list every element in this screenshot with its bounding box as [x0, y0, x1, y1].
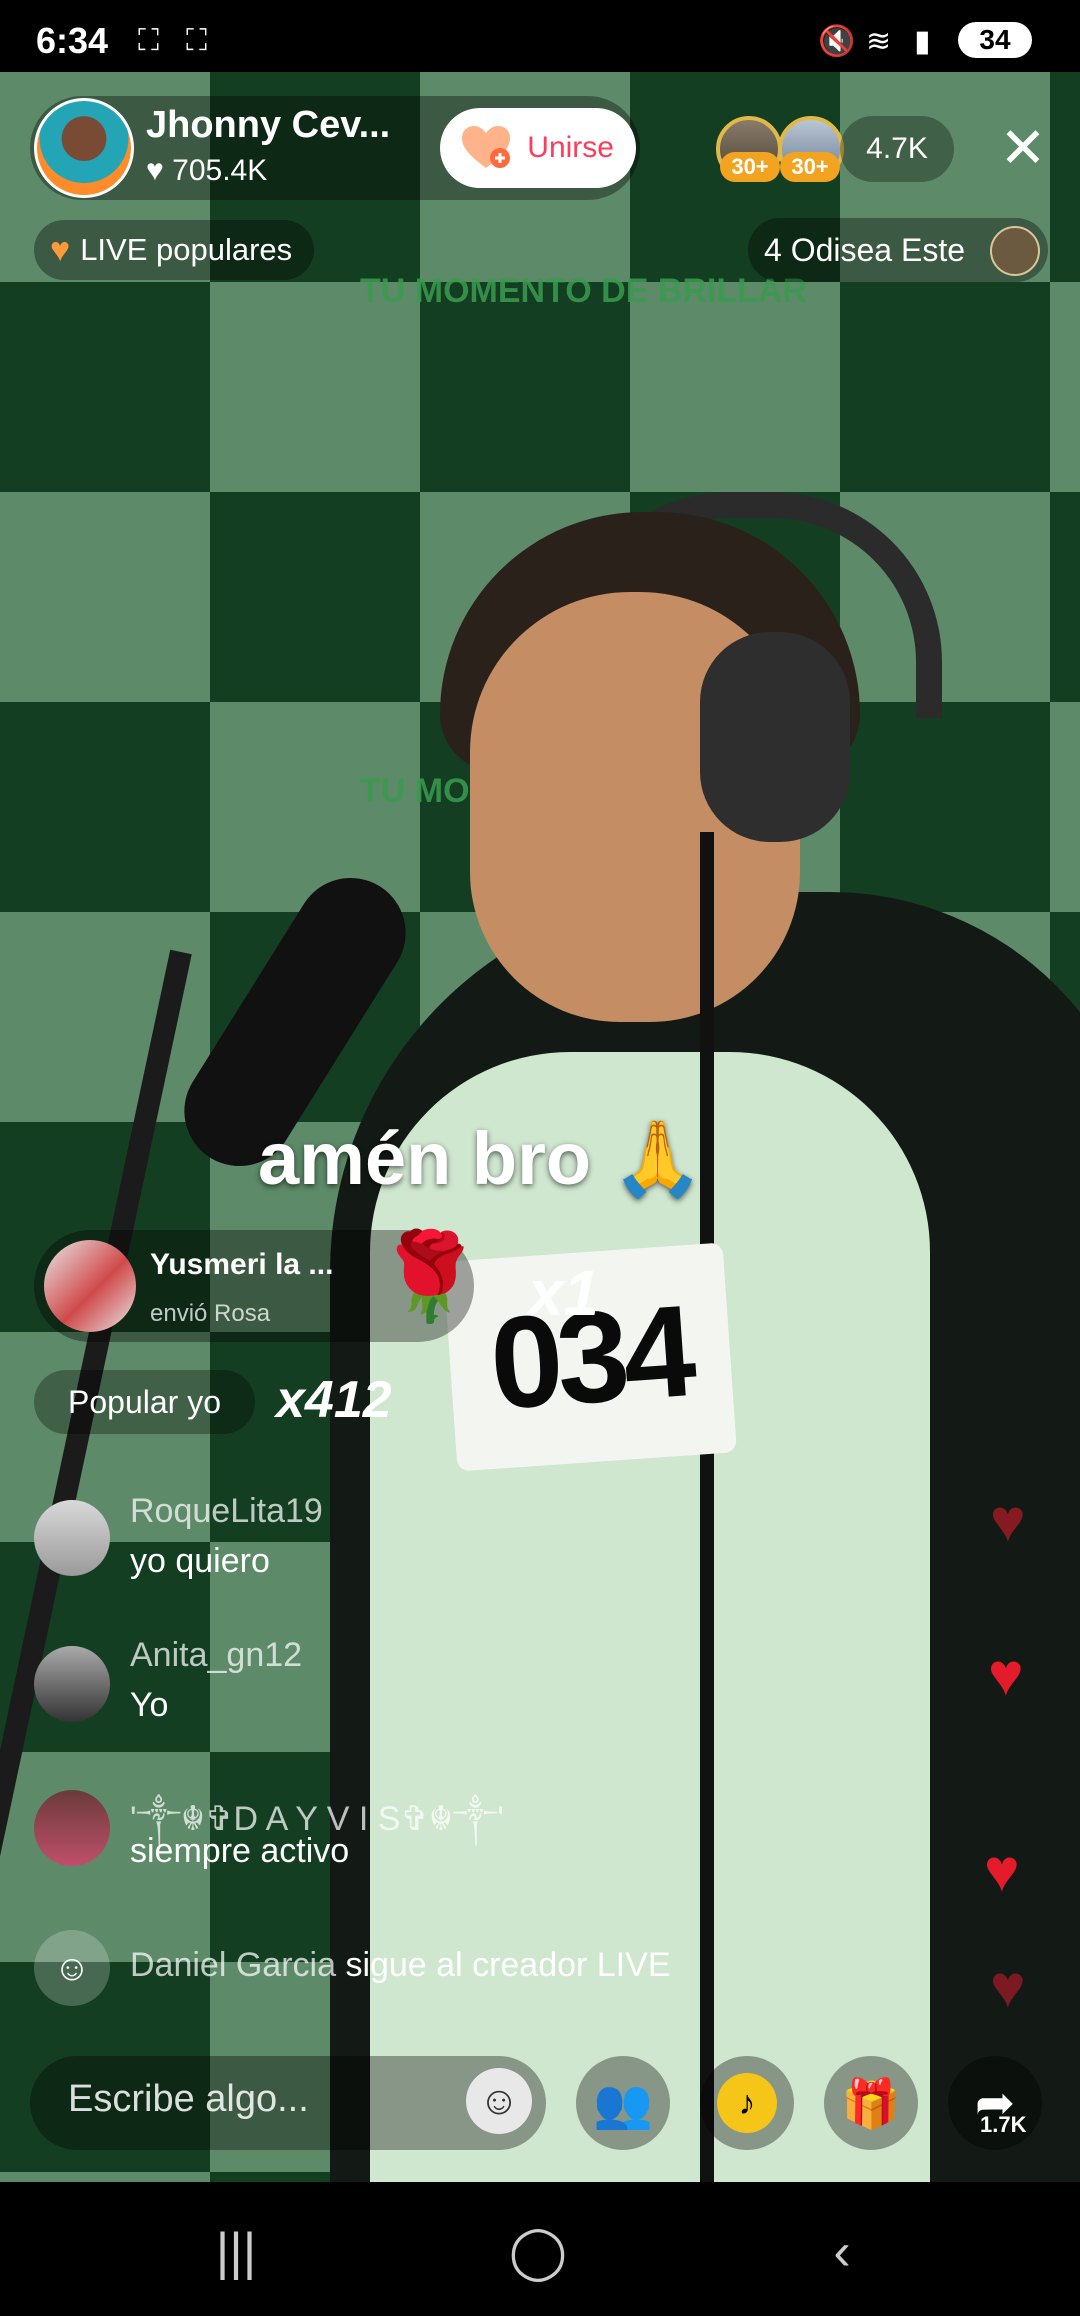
tiktok-promo-icon: ♪	[717, 2073, 777, 2133]
host-likes: ♥ 705.4K	[146, 154, 267, 188]
combo-label: Popular yo	[34, 1370, 255, 1434]
fan-club-heart-icon	[462, 126, 510, 168]
battery-charging-icon: 34	[958, 22, 1032, 58]
system-nav-bar: ||| ◯ ‹	[0, 2182, 1080, 2316]
gift-sender-name[interactable]: Yusmeri la ...	[150, 1248, 333, 1282]
recent-apps-icon[interactable]: |||	[186, 2222, 286, 2282]
guests-icon[interactable]: 👥	[576, 2056, 670, 2150]
wifi-6-icon: ≋	[866, 25, 892, 58]
share-count: 1.7K	[980, 2112, 1027, 2137]
chat-message: siempre activo	[130, 1832, 350, 1870]
chat-avatar[interactable]	[34, 1646, 110, 1722]
follow-user-icon: ☺	[34, 1930, 110, 2006]
host-avatar[interactable]	[34, 98, 134, 198]
combo-count: x412	[276, 1371, 392, 1429]
chat-username[interactable]: RoqueLita19	[130, 1492, 323, 1531]
host-likes-count: 705.4K	[172, 154, 268, 187]
floating-heart-icon: ♥	[988, 1641, 1024, 1708]
highlighted-comment: amén bro 🙏	[258, 1117, 704, 1200]
mute-icon: 🔇	[818, 25, 856, 58]
banner-text: TU MOMENTO DE BRILLAR	[360, 272, 808, 310]
follow-event: Daniel Garcia sigue al creador LIVE	[130, 1946, 671, 1985]
emoji-icon[interactable]: ☺	[466, 2068, 532, 2134]
odisea-badge-icon	[990, 226, 1040, 276]
gift-count: x1	[528, 1257, 600, 1329]
odisea-tag[interactable]: 4 Odisea Este	[748, 218, 1048, 282]
status-bar: 6:34 ⛶ ⛶ 🔇 ≋ ▮ 34	[0, 0, 1080, 72]
viewer-rank-badge: 30+	[720, 152, 780, 182]
gift-icon[interactable]: 🎁	[824, 2056, 918, 2150]
follower-name[interactable]: Daniel Garcia	[130, 1946, 336, 1984]
join-label: Unirse	[527, 131, 614, 164]
battery-level: 34	[979, 24, 1011, 55]
close-icon[interactable]: ✕	[998, 120, 1048, 176]
screenshot-icon: ⛶	[138, 24, 159, 57]
floating-heart-icon: ♥	[990, 1953, 1026, 2020]
gift-description: envió Rosa	[150, 1300, 271, 1327]
popular-label: LIVE populares	[80, 232, 293, 267]
viewer-count[interactable]: 4.7K	[840, 116, 954, 182]
home-icon[interactable]: ◯	[488, 2222, 588, 2282]
headphone-cup	[700, 632, 850, 842]
join-button[interactable]: Unirse	[440, 108, 636, 188]
chat-message: Yo	[130, 1686, 169, 1724]
odisea-label: 4 Odisea Este	[764, 231, 965, 268]
rose-gift-icon: 🌹	[376, 1229, 484, 1325]
gift-sender-avatar[interactable]	[44, 1240, 136, 1332]
chat-message: yo quiero	[130, 1542, 270, 1580]
promo-icon[interactable]: ♪	[700, 2056, 794, 2150]
live-stream-screen: TU MOMENTO DE BRILLAR TU MOMENTO DE BRIL…	[0, 0, 1080, 2316]
chat-avatar[interactable]	[34, 1500, 110, 1576]
headphone-cable	[700, 832, 714, 2182]
status-time: 6:34	[36, 20, 109, 61]
floating-heart-icon: ♥	[984, 1837, 1020, 1904]
broken-heart-icon: ♥	[50, 230, 71, 269]
heart-icon: ♥	[146, 154, 164, 187]
comment-placeholder[interactable]: Escribe algo...	[68, 2078, 309, 2121]
floating-heart-icon: ♥	[990, 1487, 1026, 1554]
chat-username[interactable]: Anita_gn12	[130, 1636, 302, 1675]
follow-event-text: sigue al creador LIVE	[345, 1946, 671, 1984]
host-name[interactable]: Jhonny Cev...	[146, 104, 390, 147]
signal-icon: ▮	[914, 25, 931, 58]
chat-avatar[interactable]	[34, 1790, 110, 1866]
screen-record-icon: ⛶	[186, 24, 207, 57]
singer-shirt	[370, 1052, 930, 2182]
live-popular-tag[interactable]: ♥ LIVE populares	[34, 220, 315, 280]
viewer-rank-badge: 30+	[780, 152, 840, 182]
back-icon[interactable]: ‹	[792, 2222, 892, 2282]
